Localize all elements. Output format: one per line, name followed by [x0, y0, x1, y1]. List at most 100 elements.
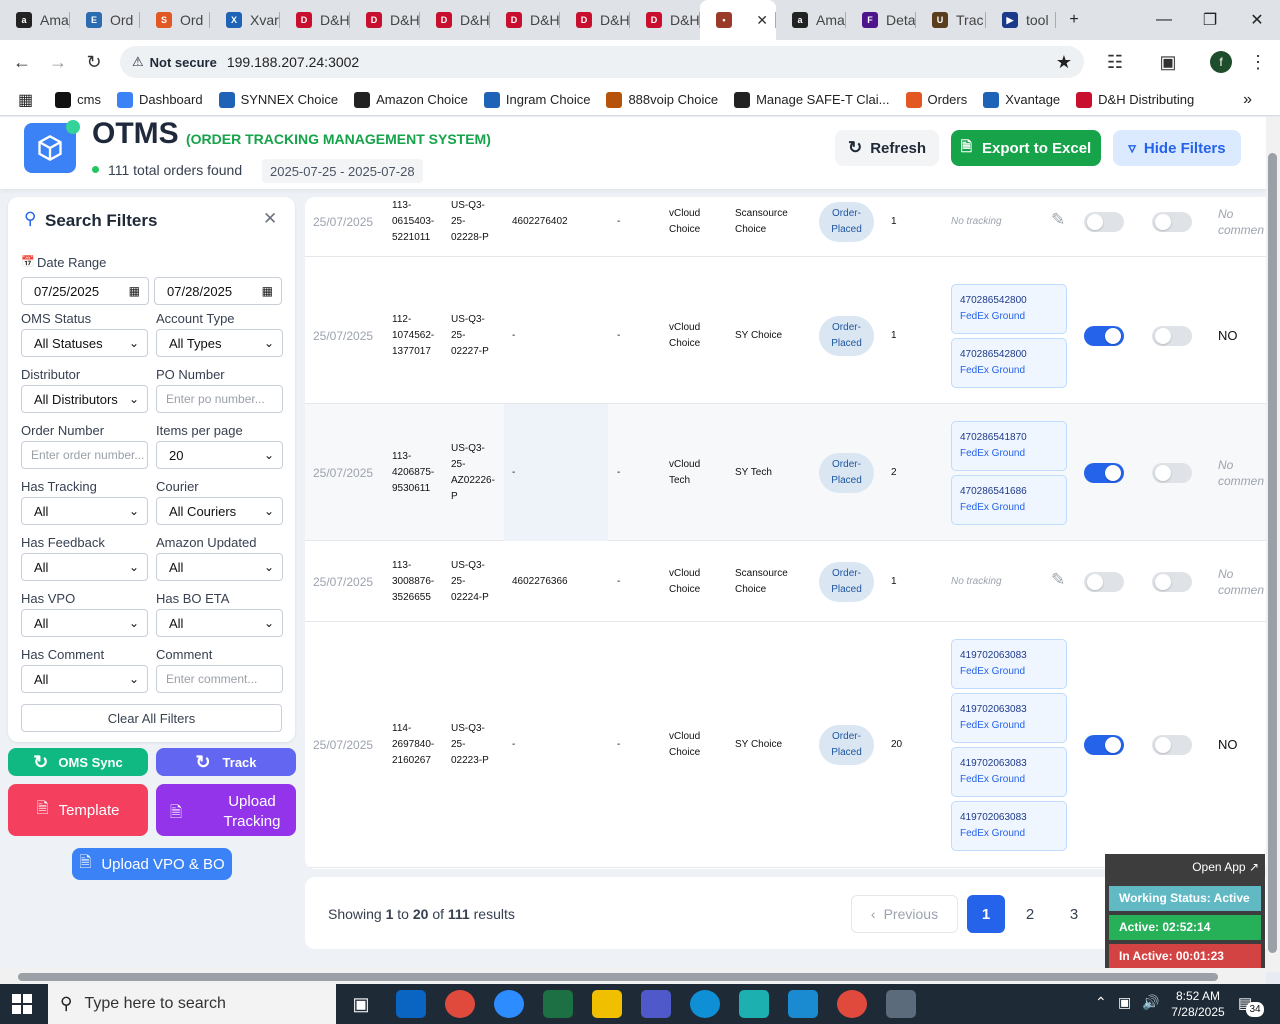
comment-text[interactable]: NO — [1218, 328, 1238, 344]
comment-text[interactable]: No commen — [1218, 457, 1264, 489]
table-row[interactable]: 25/07/2025 113- 3008876- 3526655 US-Q3- 25- 02… — [305, 541, 1266, 622]
omnibox[interactable]: ⚠ Not secure 199.188.207.24:3002 ★ — [120, 46, 1084, 78]
bookmark-star-icon[interactable]: ★ — [1056, 52, 1072, 73]
filter-text-input[interactable]: Enter comment... — [156, 665, 283, 693]
edit-pencil-icon[interactable]: ✎ — [1051, 571, 1065, 588]
chrome-icon[interactable] — [445, 990, 475, 1018]
bookmark-item[interactable]: Amazon Choice — [354, 91, 468, 108]
filter-select[interactable]: All ⌄ — [21, 665, 148, 693]
bookmark-item[interactable]: SYNNEX Choice — [218, 91, 338, 108]
filter-select[interactable]: All ⌄ — [21, 609, 148, 637]
tray-chevron-up-icon[interactable]: ⌃ — [1095, 994, 1107, 1011]
filter-select[interactable]: All ⌄ — [21, 553, 148, 581]
page-1-button[interactable]: 1 — [967, 895, 1005, 933]
close-window-icon[interactable]: ✕ — [1234, 0, 1280, 40]
filter-select[interactable]: All Distributors ⌄ — [21, 385, 148, 413]
windows-start-icon[interactable] — [12, 994, 34, 1014]
browser-tab[interactable]: • ✕ — [700, 0, 776, 40]
browser-tab[interactable]: D D&H — [280, 0, 350, 40]
date-to-input[interactable]: 07/28/2025 ▦ — [154, 277, 282, 305]
edit-pencil-icon[interactable]: ✎ — [1051, 211, 1065, 228]
filter-select[interactable]: All ⌄ — [156, 609, 283, 637]
bookmark-item[interactable]: Ingram Choice — [483, 91, 590, 108]
more-bookmarks-icon[interactable]: » — [1243, 91, 1252, 109]
table-row[interactable]: 25/07/2025 112- 1074562- 1377017 US-Q3- 25- 02… — [305, 267, 1266, 404]
tracking-card[interactable]: 470286541870 FedEx Ground — [951, 420, 1067, 471]
minimize-window-icon[interactable]: — — [1141, 0, 1187, 40]
profile-avatar[interactable]: f — [1210, 51, 1232, 73]
bookmark-item[interactable]: Manage SAFE-T Clai... — [734, 91, 890, 108]
tracking-card[interactable]: 470286542800 FedEx Ground — [951, 283, 1067, 334]
page-2-button[interactable]: 2 — [1011, 895, 1049, 933]
template-button[interactable]: 🗎 Template — [8, 784, 148, 836]
track-button[interactable]: ↻ Track — [156, 748, 296, 776]
new-tab-button[interactable]: + — [1052, 0, 1096, 40]
horizontal-scrollbar[interactable] — [0, 968, 1266, 984]
browser-tab[interactable]: a Ama — [0, 0, 70, 40]
file-explorer-icon[interactable] — [592, 990, 622, 1018]
feedback-toggle[interactable] — [1152, 325, 1192, 346]
browser-tab[interactable]: D D&H — [630, 0, 700, 40]
amazon-updated-toggle[interactable] — [1084, 325, 1124, 346]
table-row[interactable]: 25/07/2025 114- 2697840- 2160267 US-Q3- 25- 02… — [305, 622, 1266, 868]
filter-select[interactable]: All Couriers ⌄ — [156, 497, 283, 525]
zoom-icon[interactable] — [494, 990, 524, 1018]
feedback-toggle[interactable] — [1152, 735, 1192, 755]
tracking-card[interactable]: 419702063083 FedEx Ground — [951, 801, 1067, 851]
comment-text[interactable]: No commen — [1218, 566, 1264, 598]
browser-tab[interactable]: F Deta — [846, 0, 916, 40]
clock[interactable]: 8:52 AM 7/28/2025 — [1168, 988, 1228, 1020]
apps-grid-icon[interactable]: ▦ — [18, 90, 33, 110]
bookmark-item[interactable]: 888voip Choice — [606, 91, 718, 108]
teams-icon[interactable] — [641, 990, 671, 1018]
browser-tab[interactable]: U Trac — [916, 0, 986, 40]
browser-tab[interactable]: X Xvar — [210, 0, 280, 40]
network-icon[interactable]: ▣ — [1118, 994, 1131, 1011]
forward-icon[interactable]: → — [46, 50, 70, 74]
vertical-scrollbar[interactable] — [1266, 117, 1280, 972]
filter-select[interactable]: 20 ⌄ — [156, 441, 283, 469]
filter-text-input[interactable]: Enter po number... — [156, 385, 283, 413]
refresh-button[interactable]: ↻ Refresh — [835, 130, 939, 166]
taskbar-search-box[interactable]: ⚲ Type here to search — [48, 984, 336, 1024]
comment-text[interactable]: No commen — [1218, 206, 1264, 238]
chrome-profile-icon[interactable] — [837, 990, 867, 1018]
export-excel-button[interactable]: 🗎 Export to Excel — [951, 130, 1101, 166]
filter-select[interactable]: All ⌄ — [21, 497, 148, 525]
browser-tab[interactable]: D D&H — [490, 0, 560, 40]
browser-menu-icon[interactable]: ⋮ — [1246, 50, 1270, 74]
tracking-card[interactable]: 419702063083 FedEx Ground — [951, 639, 1067, 689]
browser-tab[interactable]: D D&H — [350, 0, 420, 40]
amazon-updated-toggle[interactable] — [1084, 212, 1124, 232]
cast-icon[interactable]: ▣ — [1156, 50, 1180, 74]
browser-tab[interactable]: D D&H — [420, 0, 490, 40]
extensions-icon[interactable]: ☷ — [1103, 50, 1127, 74]
filter-text-input[interactable]: Enter order number... — [21, 441, 148, 469]
comment-text[interactable]: NO — [1218, 737, 1238, 753]
volume-icon[interactable]: 🔊 — [1142, 994, 1159, 1011]
date-from-input[interactable]: 07/25/2025 ▦ — [21, 277, 149, 305]
open-app-link[interactable]: Open App ↗ — [1192, 860, 1259, 874]
close-filters-icon[interactable]: ✕ — [263, 209, 277, 229]
tracking-card[interactable]: 470286542800 FedEx Ground — [951, 337, 1067, 388]
app-icon[interactable] — [739, 990, 769, 1018]
excel-icon[interactable] — [543, 990, 573, 1018]
feedback-toggle[interactable] — [1152, 571, 1192, 592]
tracking-card[interactable]: 419702063083 FedEx Ground — [951, 693, 1067, 743]
amazon-updated-toggle[interactable] — [1084, 735, 1124, 755]
edge-icon[interactable] — [690, 990, 720, 1018]
calculator-icon[interactable] — [886, 990, 916, 1018]
bookmark-item[interactable]: D&H Distributing — [1076, 91, 1194, 108]
script-app-icon[interactable] — [788, 990, 818, 1018]
amazon-updated-toggle[interactable] — [1084, 462, 1124, 483]
task-view-icon[interactable]: ▣ — [346, 990, 376, 1018]
browser-tab[interactable]: E Ord — [70, 0, 140, 40]
previous-page-button[interactable]: ‹ Previous — [851, 895, 958, 933]
hide-filters-button[interactable]: ▿ Hide Filters — [1113, 130, 1241, 166]
upload-vpo-bo-button[interactable]: 🗎 Upload VPO & BO — [72, 848, 232, 880]
bookmark-item[interactable]: Orders — [905, 91, 967, 108]
oms-sync-button[interactable]: ↻ OMS Sync — [8, 748, 148, 776]
restore-window-icon[interactable]: ❐ — [1187, 0, 1233, 40]
browser-tab[interactable]: a Ama — [776, 0, 846, 40]
bookmark-item[interactable]: Xvantage — [983, 91, 1060, 108]
